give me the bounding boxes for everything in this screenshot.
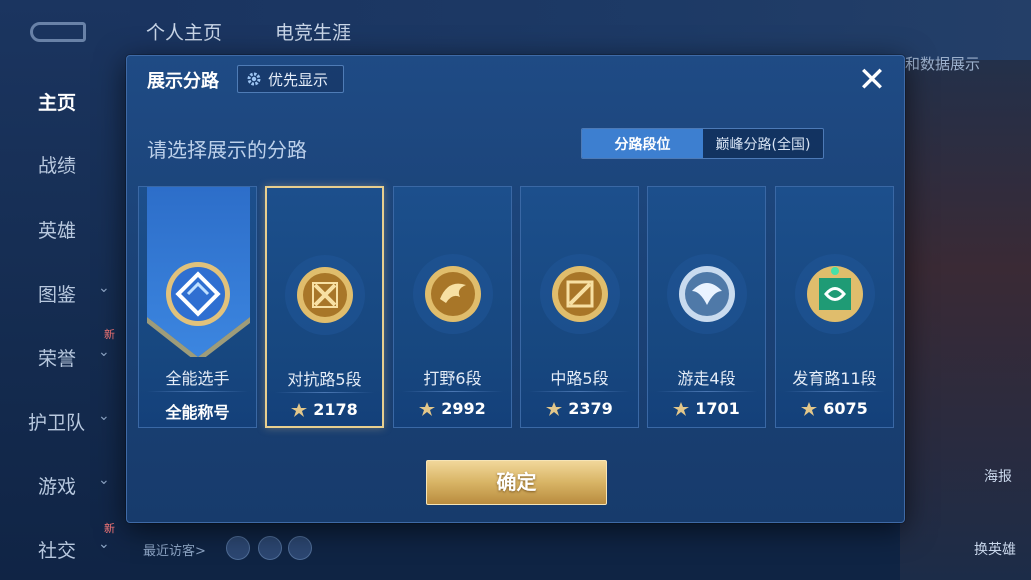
sidebar-item-games[interactable]: 游戏 [38,472,76,499]
lane-card-mid[interactable]: 中路5段 2379 [520,186,639,428]
clash-lane-emblem-icon [280,250,370,340]
gear-icon [247,72,261,86]
header-background [130,0,1031,60]
farm-lane-emblem-icon [790,249,880,339]
data-display-tag[interactable]: 和数据展示 [905,53,980,74]
lane-score: 6075 [776,399,893,418]
lane-card-roam[interactable]: 游走4段 1701 [647,186,766,428]
avatar[interactable] [226,536,250,560]
lane-score: 2992 [394,399,511,418]
toggle-peak-lane[interactable]: 巅峰分路(全国) [703,129,823,158]
lane-name: 中路5段 [550,369,609,388]
divider [784,391,885,392]
lane-card-jungle[interactable]: 打野6段 2992 [393,186,512,428]
lane-name: 对抗路5段 [287,370,362,389]
sidebar-item-honor[interactable]: 荣誉 [38,344,76,371]
lane-score: 2178 [267,400,382,419]
lane-score-value: 2379 [568,399,613,418]
divider [402,391,503,392]
jungle-emblem-icon [408,249,498,339]
sidebar-item-records[interactable]: 战绩 [38,151,76,178]
rank-points-icon [291,402,308,417]
lane-card-all-round[interactable]: 全能选手 全能称号 [138,186,257,428]
sidebar-item-guards[interactable]: 护卫队 [28,408,85,435]
all-round-title-label: 全能称号 [165,403,230,422]
avatar[interactable] [288,536,312,560]
lane-score-value: 2178 [313,400,358,419]
close-icon[interactable]: ✕ [854,62,890,98]
lane-name: 全能选手 [165,369,230,388]
hero-art-background [900,60,1031,580]
all-round-emblem-icon [153,249,243,339]
poster-label[interactable]: 海报 [984,466,1012,486]
lane-name: 发育路11段 [792,369,877,388]
roam-emblem-icon [662,249,752,339]
lane-name: 打野6段 [423,369,482,388]
lane-display-dialog: 展示分路 优先显示 ✕ 请选择展示的分路 分路段位 巅峰分路(全国) 全能选手 … [126,55,905,523]
avatar[interactable] [258,536,282,560]
sidebar-item-codex[interactable]: 图鉴 [38,280,76,307]
rank-points-icon [801,401,818,416]
back-button[interactable] [30,22,86,42]
priority-display-label: 优先显示 [268,70,329,89]
lane-footer-label: 全能称号 [139,399,256,423]
rank-points-icon [546,401,563,416]
lane-score: 1701 [648,399,765,418]
lane-score: 2379 [521,399,638,418]
toggle-lane-rank[interactable]: 分路段位 [582,129,703,158]
mid-lane-emblem-icon [535,249,625,339]
new-badge: 新 [104,328,115,341]
lane-name: 游走4段 [677,369,736,388]
chevron-down-icon: ⌄ [98,472,110,488]
priority-display-button[interactable]: 优先显示 [237,65,344,93]
tab-personal-home[interactable]: 个人主页 [146,18,222,45]
chevron-down-icon: ⌄ [98,408,110,424]
lane-score-value: 2992 [441,399,486,418]
dialog-title: 展示分路 [147,71,219,92]
sidebar-item-home[interactable]: 主页 [38,88,76,115]
chevron-down-icon: ⌄ [98,280,110,296]
divider [529,391,630,392]
sidebar-item-social[interactable]: 社交 [38,536,76,563]
divider [147,391,248,392]
chevron-down-icon: ⌄ [98,344,110,360]
lane-mode-toggle: 分路段位 巅峰分路(全国) [581,128,824,159]
lane-score-value: 6075 [823,399,868,418]
change-hero-label[interactable]: 换英雄 [974,539,1016,559]
lane-score-value: 1701 [695,399,740,418]
new-badge: 新 [104,522,115,535]
confirm-button[interactable]: 确定 [426,460,607,505]
rank-points-icon [419,401,436,416]
divider [656,391,757,392]
lane-card-clash[interactable]: 对抗路5段 2178 [265,186,384,428]
lane-card-farm[interactable]: 发育路11段 6075 [775,186,894,428]
divider [275,392,374,393]
tab-esports-career[interactable]: 电竞生涯 [275,18,351,45]
dialog-subtitle: 请选择展示的分路 [147,138,307,162]
lane-card-list: 全能选手 全能称号 对抗路5段 2178 打野6段 2992 中路5段 2379… [138,186,898,428]
sidebar-item-heroes[interactable]: 英雄 [38,216,76,243]
chevron-down-icon: ⌄ [98,536,110,552]
recent-visitors-link[interactable]: 最近访客> [143,540,206,559]
rank-points-icon [673,401,690,416]
